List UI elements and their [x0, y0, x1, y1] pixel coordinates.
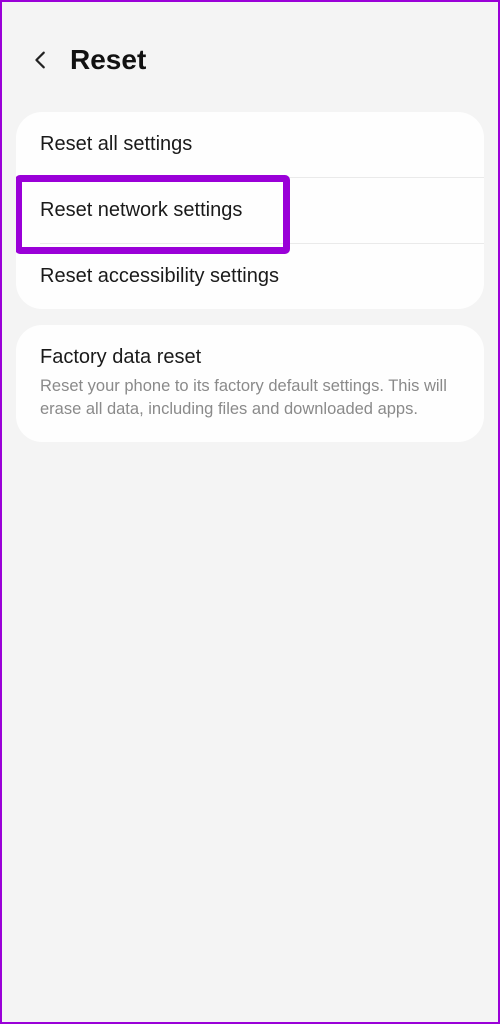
- settings-group-1: Reset all settings Reset network setting…: [16, 112, 484, 309]
- reset-all-settings-item[interactable]: Reset all settings: [16, 112, 484, 177]
- factory-data-reset-item[interactable]: Factory data reset Reset your phone to i…: [16, 325, 484, 442]
- reset-network-settings-item[interactable]: Reset network settings: [16, 178, 484, 243]
- list-item-label: Reset accessibility settings: [40, 265, 460, 288]
- reset-accessibility-settings-item[interactable]: Reset accessibility settings: [16, 244, 484, 309]
- list-item-label: Reset network settings: [40, 199, 460, 222]
- page-title: Reset: [70, 44, 146, 76]
- page-header: Reset: [2, 2, 498, 96]
- list-item-label: Factory data reset: [40, 346, 460, 369]
- list-item-label: Reset all settings: [40, 133, 460, 156]
- settings-group-2: Factory data reset Reset your phone to i…: [16, 325, 484, 442]
- back-icon[interactable]: [30, 45, 52, 75]
- list-item-description: Reset your phone to its factory default …: [40, 375, 460, 421]
- highlighted-wrapper: Reset network settings: [16, 178, 484, 243]
